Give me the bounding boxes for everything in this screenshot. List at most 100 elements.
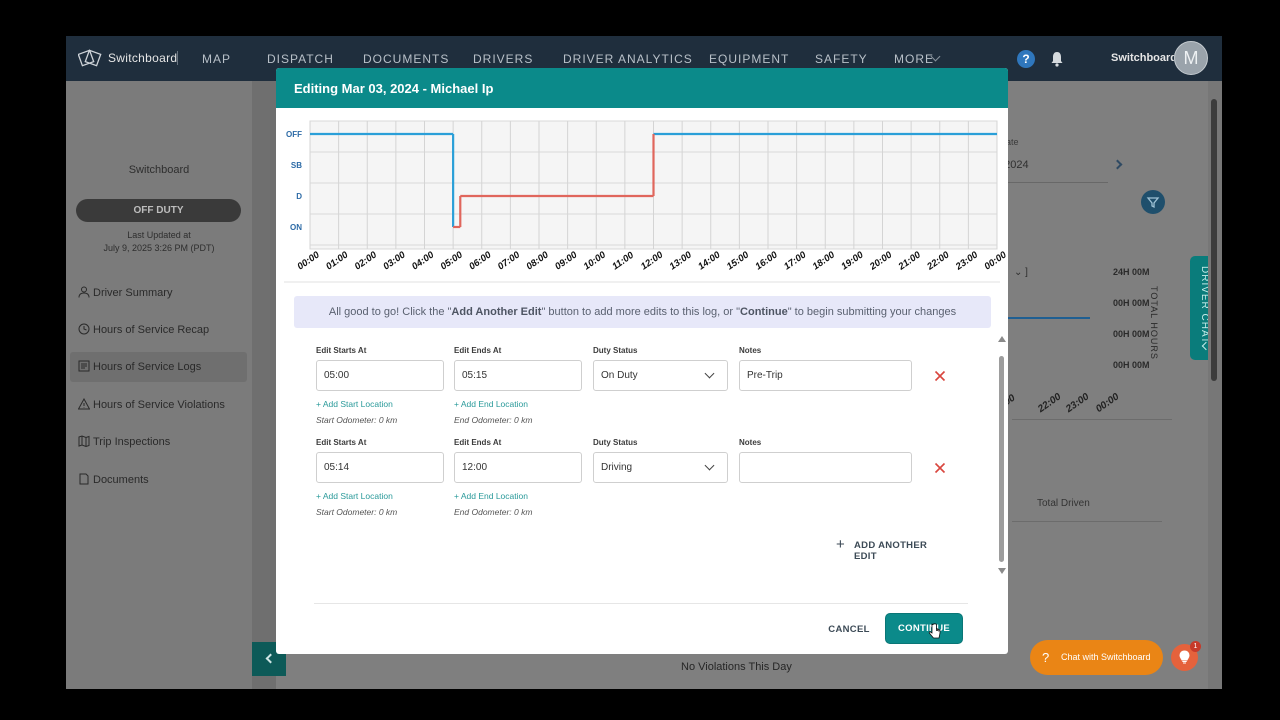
start-odometer: Start Odometer: 0 km <box>316 415 398 425</box>
bell-icon[interactable] <box>1050 51 1064 67</box>
chart-row-label: ON <box>290 223 302 232</box>
notes-label: Notes <box>739 346 762 355</box>
sidebar-item-trip-inspections[interactable]: Trip Inspections <box>70 427 247 457</box>
cancel-button[interactable]: CANCEL <box>824 621 874 639</box>
chart-x-tick: 08:00 <box>524 249 551 272</box>
chart-x-tick: 18:00 <box>811 249 838 272</box>
duty-status-label: Duty Status <box>593 438 638 447</box>
add-start-location-link[interactable]: + Add Start Location <box>316 399 393 409</box>
scrollbar-thumb[interactable] <box>1211 99 1217 381</box>
info-add-edit: Add Another Edit <box>451 306 542 318</box>
sidebar-item-hos-recap[interactable]: Hours of Service Recap <box>70 315 247 345</box>
notes-label: Notes <box>739 438 762 447</box>
chart-x-tick: 03:00 <box>381 249 408 272</box>
question-icon: ? <box>1042 650 1050 665</box>
info-continue: Continue <box>740 306 788 318</box>
sidebar-org-name: Switchboard <box>128 164 190 176</box>
sidebar-item-hos-violations[interactable]: Hours of Service Violations <box>70 390 247 420</box>
nav-driver-analytics[interactable]: DRIVER ANALYTICS <box>563 52 693 66</box>
hos-log-chart: OFFSBDON00:00 01:00 02:00 03:00 04:00 05:00 06… <box>284 120 1008 283</box>
total-hours-value: 24H 00M <box>1113 267 1150 277</box>
edits-scrollbar[interactable] <box>998 336 1006 576</box>
switchboard-logo-icon[interactable] <box>78 47 102 69</box>
scroll-up-icon[interactable] <box>998 336 1006 342</box>
sidebar-item-label: Hours of Service Violations <box>93 399 225 411</box>
chevron-right-icon[interactable] <box>1112 159 1123 170</box>
chart-x-tick: 15:00 <box>725 249 752 272</box>
sidebar-item-driver-summary[interactable]: Driver Summary <box>70 278 247 308</box>
bg-chart-line <box>1008 317 1090 319</box>
bg-x-tick: 22:00 <box>1036 391 1064 416</box>
nav-documents[interactable]: DOCUMENTS <box>363 52 449 66</box>
logo-divider <box>177 51 178 65</box>
chat-with-switchboard-button[interactable]: ? Chat with Switchboard <box>1030 640 1163 675</box>
page-scrollbar[interactable] <box>1208 81 1222 689</box>
nav-dispatch[interactable]: DISPATCH <box>267 52 334 66</box>
notification-badge: 1 <box>1190 641 1201 652</box>
chart-x-tick: 00:00 <box>295 249 322 272</box>
sidebar-item-label: Hours of Service Recap <box>93 324 210 336</box>
edit-starts-input[interactable]: 05:00 <box>316 360 444 391</box>
sidebar-item-documents[interactable]: Documents <box>70 465 247 495</box>
chart-x-tick: 14:00 <box>696 249 723 272</box>
nav-more[interactable]: MORE <box>894 52 934 66</box>
sidebar: Switchboard OFF DUTY Last Updated at Jul… <box>66 81 252 689</box>
nav-map[interactable]: MAP <box>202 52 231 66</box>
content-left-strip <box>252 81 276 689</box>
clock-icon <box>78 323 90 335</box>
add-end-location-link[interactable]: + Add End Location <box>454 491 528 501</box>
notes-input[interactable]: Pre-Trip <box>739 360 912 391</box>
modal-title: Editing Mar 03, 2024 - Michael Ip <box>294 81 494 96</box>
chart-x-tick: 06:00 <box>467 249 494 272</box>
user-name[interactable]: Switchboard <box>1111 52 1177 64</box>
chart-x-tick: 22:00 <box>924 249 952 273</box>
divider <box>1012 419 1172 420</box>
last-updated-label: Last Updated at <box>127 230 191 240</box>
chart-x-tick: 01:00 <box>324 249 351 272</box>
edit-starts-label: Edit Starts At <box>316 438 367 447</box>
filter-button[interactable] <box>1141 190 1165 214</box>
select-caret[interactable]: ⌄ ] <box>1014 267 1028 278</box>
chart-x-tick: 23:00 <box>953 249 981 273</box>
sidebar-item-label: Hours of Service Logs <box>93 361 202 373</box>
last-updated: Last Updated at July 9, 2025 3:26 PM (PD… <box>66 229 252 255</box>
add-start-location-link[interactable]: + Add Start Location <box>316 491 393 501</box>
chart-x-tick: 17:00 <box>782 249 809 272</box>
add-another-edit-button[interactable]: + ADD ANOTHER EDIT <box>836 536 948 562</box>
chart-x-tick: 10:00 <box>582 249 609 272</box>
edit-ends-input[interactable]: 12:00 <box>454 452 582 483</box>
scroll-down-icon[interactable] <box>998 568 1006 574</box>
avatar[interactable]: M <box>1174 41 1208 75</box>
continue-button[interactable]: CONTINUE <box>886 614 962 643</box>
end-odometer: End Odometer: 0 km <box>454 507 533 517</box>
edit-ends-input[interactable]: 05:15 <box>454 360 582 391</box>
total-hours-value: 00H 00M <box>1113 360 1150 370</box>
delete-edit-icon[interactable] <box>934 370 946 382</box>
notes-input[interactable] <box>739 452 912 483</box>
total-hours-value: 00H 00M <box>1113 329 1150 339</box>
chart-x-tick: 09:00 <box>553 249 580 272</box>
help-icon[interactable]: ? <box>1017 50 1035 68</box>
chart-x-tick: 04:00 <box>410 249 437 272</box>
edit-ends-label: Edit Ends At <box>454 346 502 355</box>
total-hours-value: 00H 00M <box>1113 298 1150 308</box>
delete-edit-icon[interactable] <box>934 462 946 474</box>
document-icon <box>79 473 89 485</box>
chart-x-tick: 12:00 <box>639 249 666 272</box>
add-end-location-link[interactable]: + Add End Location <box>454 399 528 409</box>
nav-safety[interactable]: SAFETY <box>815 52 868 66</box>
plus-icon: + <box>836 536 845 553</box>
nav-equipment[interactable]: EQUIPMENT <box>709 52 789 66</box>
edit-starts-input[interactable]: 05:14 <box>316 452 444 483</box>
edit-ends-label: Edit Ends At <box>454 438 502 447</box>
nav-drivers[interactable]: DRIVERS <box>473 52 533 66</box>
person-icon <box>78 286 90 298</box>
duty-status-value: On Duty <box>601 370 638 381</box>
sidebar-item-hos-logs[interactable]: Hours of Service Logs <box>70 352 247 382</box>
logo-text[interactable]: Switchboard <box>108 51 177 65</box>
duty-status-badge: OFF DUTY <box>76 199 241 222</box>
mouse-pointer-icon <box>928 623 941 639</box>
chart-x-tick: 02:00 <box>353 249 380 272</box>
app-window: Switchboard MAP DISPATCH DOCUMENTS DRIVE… <box>66 36 1222 689</box>
scrollbar-thumb[interactable] <box>999 356 1004 562</box>
